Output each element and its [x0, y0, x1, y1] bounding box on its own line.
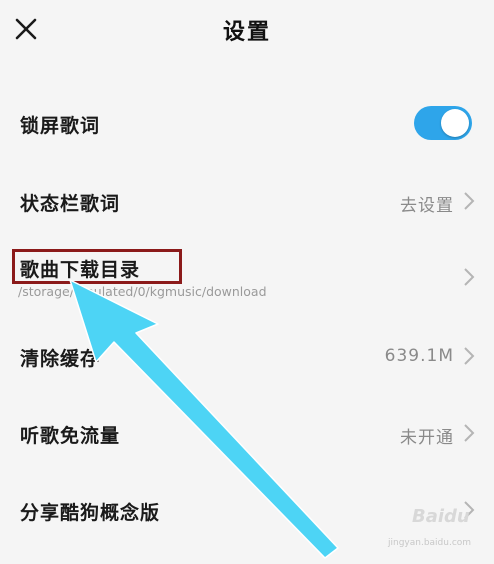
download-path: /storage/emulated/0/kgmusic/download: [18, 284, 267, 299]
setting-download-directory[interactable]: 歌曲下载目录 /storage/emulated/0/kgmusic/downl…: [0, 240, 494, 310]
setting-value: 未开通: [400, 428, 454, 448]
setting-label: 听歌免流量: [20, 425, 121, 447]
chevron-right-icon: [464, 268, 475, 286]
setting-label: 歌曲下载目录: [20, 259, 141, 281]
watermark-text: jingyan.baidu.com: [388, 538, 472, 548]
setting-label: 分享酷狗概念版: [20, 502, 161, 524]
setting-status-bar-lyrics[interactable]: 状态栏歌词 去设置: [0, 165, 494, 235]
setting-free-data[interactable]: 听歌免流量 未开通: [0, 397, 494, 467]
setting-label: 锁屏歌词: [20, 115, 101, 137]
setting-value: 639.1M: [384, 346, 454, 366]
watermark-logo: Baidu: [412, 506, 470, 527]
page-title: 设置: [222, 20, 271, 45]
header: 设置: [0, 0, 494, 60]
setting-label: 状态栏歌词: [20, 193, 121, 215]
lock-screen-lyrics-toggle[interactable]: [414, 106, 472, 140]
chevron-right-icon: [464, 424, 475, 442]
setting-value: 去设置: [400, 196, 454, 216]
setting-clear-cache[interactable]: 清除缓存 639.1M: [0, 320, 494, 390]
chevron-right-icon: [464, 192, 475, 210]
chevron-right-icon: [464, 347, 475, 365]
setting-label: 清除缓存: [20, 348, 101, 370]
toggle-knob: [441, 109, 469, 137]
